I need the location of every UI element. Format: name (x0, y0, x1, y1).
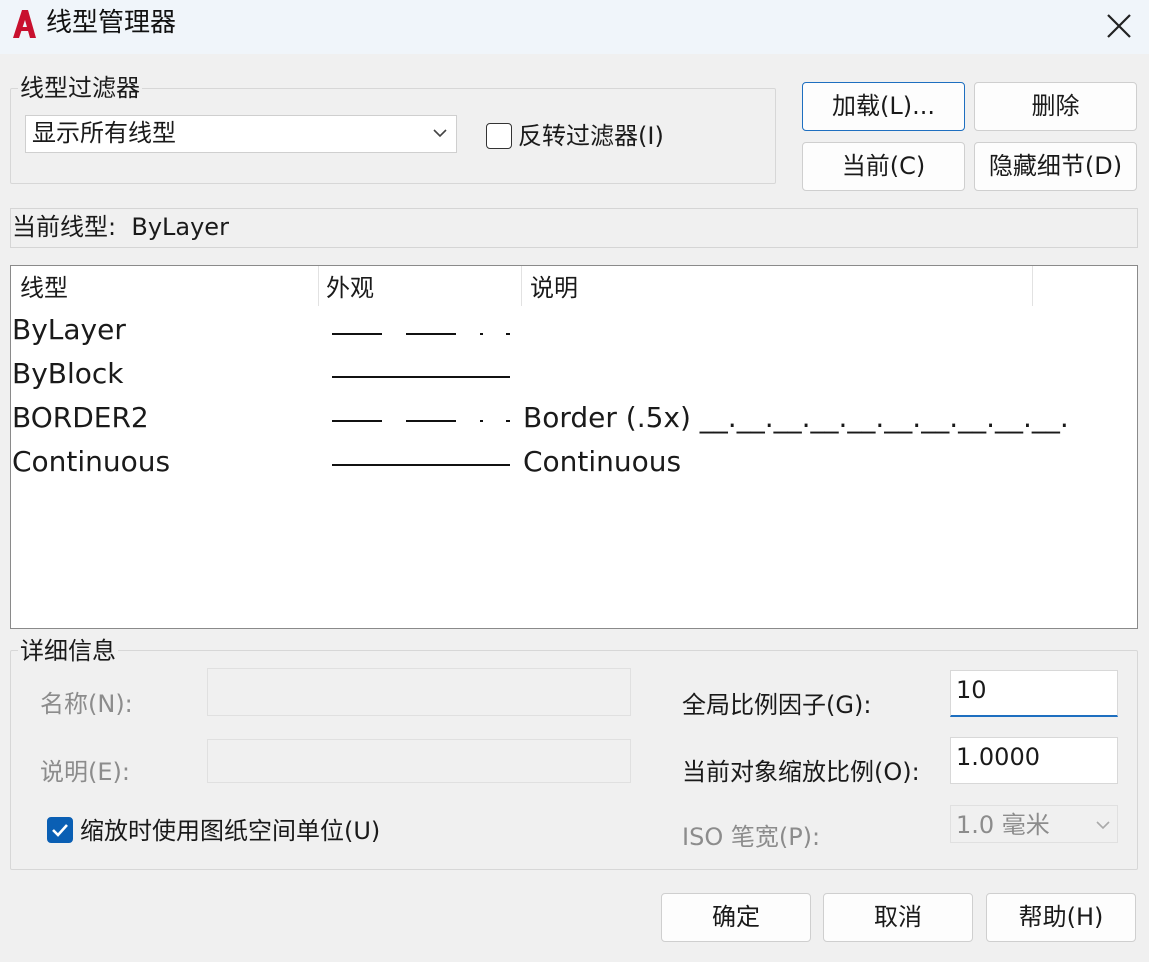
linetype-appearance-continuous (330, 455, 515, 466)
linetype-description: Continuous (523, 445, 682, 478)
column-header-appearance[interactable]: 外观 (326, 268, 374, 308)
details-group-legend: 详细信息 (18, 636, 118, 666)
delete-button[interactable]: 删除 (974, 82, 1137, 131)
filter-combobox[interactable]: 显示所有线型 (25, 115, 457, 153)
filter-group-legend: 线型过滤器 (18, 73, 142, 103)
object-scale-label: 当前对象缩放比例(O): (682, 758, 920, 786)
filter-combobox-value: 显示所有线型 (32, 119, 176, 147)
table-row[interactable] (11, 310, 1031, 352)
linetype-appearance-dash-dot (330, 324, 515, 335)
autocad-logo-icon (10, 8, 38, 40)
column-header-description[interactable]: 说明 (530, 268, 578, 308)
set-current-button[interactable]: 当前(C) (802, 142, 965, 191)
column-divider[interactable] (1032, 266, 1033, 306)
linetype-name: BORDER2 (12, 401, 149, 434)
close-icon[interactable] (1096, 6, 1142, 46)
paper-space-units-checkbox[interactable] (47, 817, 73, 843)
name-field (207, 668, 631, 716)
global-scale-label: 全局比例因子(G): (682, 691, 872, 719)
object-scale-input[interactable]: 1.0000 (950, 737, 1118, 784)
table-row[interactable] (11, 354, 1031, 396)
cancel-button[interactable]: 取消 (823, 893, 973, 942)
column-divider[interactable] (318, 266, 319, 306)
ok-button[interactable]: 确定 (661, 893, 811, 942)
linetype-name: ByLayer (12, 313, 126, 346)
checkmark-icon (52, 824, 68, 837)
linetype-name: ByBlock (12, 357, 124, 390)
description-field (207, 739, 631, 783)
current-linetype-text: 当前线型: ByLayer (12, 210, 229, 244)
linetype-name: Continuous (12, 445, 171, 478)
iso-pen-width-combobox: 1.0 毫米 (950, 805, 1118, 843)
chevron-down-icon (1095, 806, 1111, 853)
help-button[interactable]: 帮助(H) (986, 893, 1136, 942)
iso-pen-width-label: ISO 笔宽(P): (682, 823, 821, 851)
global-scale-input[interactable]: 10 (950, 670, 1118, 717)
linetype-description: Border (.5x) __.__.__.__.__.__.__.__.__.… (523, 401, 1069, 434)
name-label: 名称(N): (40, 690, 133, 718)
linetype-appearance-continuous (330, 367, 515, 378)
current-linetype-label: 当前线型: (12, 213, 117, 241)
description-label: 说明(E): (40, 758, 130, 786)
window-title: 线型管理器 (46, 8, 177, 38)
column-header-linetype[interactable]: 线型 (20, 268, 68, 308)
hide-details-button[interactable]: 隐藏细节(D) (974, 142, 1137, 191)
invert-filter-label[interactable]: 反转过滤器(I) (518, 120, 664, 152)
chevron-down-icon (432, 116, 448, 159)
column-divider[interactable] (521, 266, 522, 306)
linetype-appearance-dash-dot (330, 411, 515, 422)
iso-pen-width-value: 1.0 毫米 (956, 811, 1050, 839)
paper-space-units-label[interactable]: 缩放时使用图纸空间单位(U) (80, 815, 380, 847)
current-linetype-value: ByLayer (131, 213, 229, 241)
invert-filter-checkbox[interactable] (486, 123, 512, 149)
load-button[interactable]: 加载(L)... (802, 82, 965, 131)
